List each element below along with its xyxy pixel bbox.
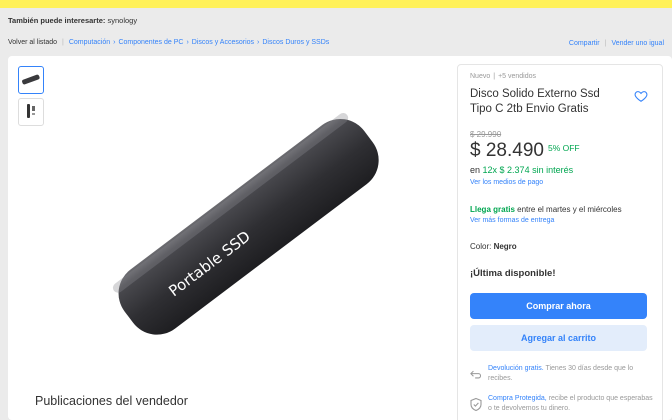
product-main-image[interactable]: Portable SSD — [68, 86, 428, 346]
seller-publications-title: Publicaciones del vendedor — [35, 394, 188, 408]
purchase-panel: Nuevo | +5 vendidos Disco Solido Externo S… — [457, 64, 663, 420]
free-shipping-label: Llega gratis — [470, 205, 515, 214]
return-link[interactable]: Devolución gratis. — [488, 365, 544, 372]
product-card: Portable SSD Publicaciones del vendedor … — [8, 56, 672, 420]
buy-now-button[interactable]: Comprar ahora — [470, 293, 647, 319]
chevron-right-icon: › — [257, 39, 260, 46]
discount-badge: 5% OFF — [547, 143, 580, 153]
share-actions: Compartir | Vender uno igual — [569, 40, 664, 47]
related-search: También puede interesarte: synology — [8, 16, 137, 25]
condition-divider: | — [493, 73, 496, 80]
delivery-options-link[interactable]: Ver más formas de entrega — [470, 217, 554, 224]
installments-value: 12x $ 2.374 sin interés — [482, 165, 574, 175]
breadcrumb-item-discos-accesorios[interactable]: Discos y Accesorios — [192, 39, 254, 46]
shipping-dates: entre el martes y el miércoles — [514, 205, 622, 214]
condition-label: Nuevo — [470, 73, 491, 80]
return-policy: Devolución gratis. Tienes 30 días desde … — [470, 364, 655, 384]
ssd-thumbnail-icon — [22, 74, 40, 85]
protected-purchase: Compra Protegida, recibe el producto que… — [470, 394, 655, 414]
condition-info: Nuevo | +5 vendidos — [470, 73, 536, 80]
payment-methods-link[interactable]: Ver los medios de pago — [470, 179, 543, 186]
share-divider: | — [604, 40, 607, 47]
add-to-cart-button[interactable]: Agregar al carrito — [470, 325, 647, 351]
heart-icon[interactable] — [634, 89, 648, 103]
chevron-right-icon: › — [113, 39, 116, 46]
back-to-list-link[interactable]: Volver al listado — [8, 39, 57, 46]
original-price: $ 29.990 — [470, 130, 502, 139]
breadcrumb: Volver al listado | Computación › Componente… — [8, 39, 329, 46]
related-label: También puede interesarte: — [8, 16, 106, 25]
protected-purchase-link[interactable]: Compra Protegida, — [488, 395, 547, 402]
ssd-thumbnail-side-icon — [27, 104, 35, 118]
related-term[interactable]: synology — [107, 16, 137, 25]
return-policy-text: Devolución gratis. Tienes 30 días desde … — [488, 364, 655, 384]
chevron-right-icon: › — [186, 39, 189, 46]
stock-status: ¡Última disponible! — [470, 268, 556, 279]
thumbnail-1[interactable] — [18, 66, 44, 94]
breadcrumb-item-discos-duros[interactable]: Discos Duros y SSDs — [262, 39, 329, 46]
shipping-info: Llega gratis entre el martes y el miérco… — [470, 205, 622, 214]
product-title: Disco Solido Externo Ssd Tipo C 2tb Envi… — [470, 88, 600, 115]
price-amount: $ 28.490 — [470, 140, 544, 161]
sell-similar-link[interactable]: Vender uno igual — [611, 40, 664, 47]
shield-icon — [470, 397, 482, 412]
color-label: Color: — [470, 242, 494, 251]
color-info: Color: Negro — [470, 242, 517, 251]
protected-purchase-text: Compra Protegida, recibe el producto que… — [488, 394, 655, 414]
installments-info: en 12x $ 2.374 sin interés — [470, 165, 573, 175]
breadcrumb-item-computacion[interactable]: Computación — [69, 39, 110, 46]
top-bar — [0, 0, 672, 8]
return-arrow-icon — [470, 370, 482, 379]
breadcrumb-divider: | — [62, 39, 64, 46]
current-price: $ 28.490 5% OFF — [470, 140, 580, 162]
sold-count: +5 vendidos — [498, 73, 537, 80]
thumbnail-2[interactable] — [18, 98, 44, 126]
installments-prefix: en — [470, 165, 481, 175]
share-link[interactable]: Compartir — [569, 40, 600, 47]
color-value: Negro — [493, 242, 517, 251]
breadcrumb-item-componentes[interactable]: Componentes de PC — [118, 39, 183, 46]
